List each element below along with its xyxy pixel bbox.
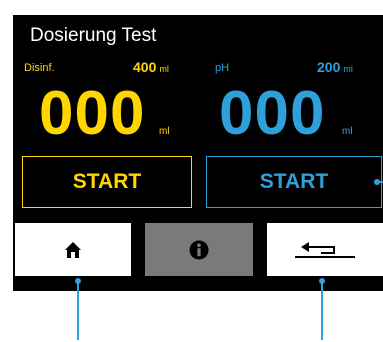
ph-start-label: START — [259, 170, 329, 193]
disinfection-target-amount: 400 ml — [133, 59, 169, 75]
info-icon — [189, 240, 209, 259]
ph-start-button[interactable]: START — [206, 156, 382, 208]
home-button[interactable] — [15, 223, 131, 276]
disinfection-dosed-unit: ml — [159, 126, 170, 137]
page-title: Dosierung Test — [30, 25, 157, 46]
ph-target-unit: ml — [343, 64, 353, 74]
home-callout-line — [77, 282, 79, 340]
return-arrow-icon — [295, 241, 355, 258]
ph-target-amount: 200 ml — [317, 59, 353, 75]
ph-target-value: 200 — [317, 59, 341, 75]
ph-dosed-value: 000 — [219, 79, 326, 148]
ph-label: pH — [215, 62, 230, 74]
home-icon — [65, 241, 81, 258]
disinfection-dosed-value: 000 — [39, 79, 146, 148]
disinfection-start-label: START — [72, 170, 142, 193]
info-button[interactable] — [145, 223, 253, 276]
back-callout-line — [321, 282, 323, 340]
disinfection-label: Disinf. — [24, 62, 55, 74]
disinfection-target-value: 400 — [133, 59, 157, 75]
disinfection-target-unit: ml — [159, 64, 169, 74]
ph-start-callout-line — [379, 181, 383, 183]
device-screen: Dosierung Test Disinf. 400 ml 000 ml pH 2… — [13, 15, 383, 291]
back-button[interactable] — [267, 223, 383, 276]
ph-dosed-unit: ml — [342, 126, 353, 137]
disinfection-start-button[interactable]: START — [22, 156, 192, 208]
